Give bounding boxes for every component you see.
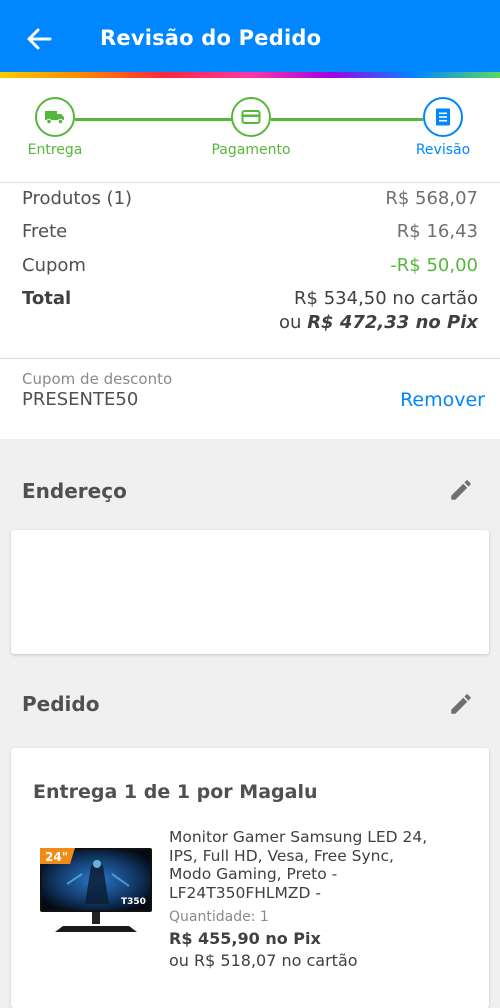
edit-order-button[interactable]: [446, 689, 476, 719]
step-revisao[interactable]: [423, 97, 463, 137]
shipping-label: Frete: [22, 221, 68, 242]
checkout-stepper: Entrega Pagamento Revisão: [0, 78, 500, 183]
address-card[interactable]: [11, 530, 489, 654]
address-section-title: Endereço: [22, 479, 127, 503]
step-label-entrega: Entrega: [27, 142, 83, 158]
price-card: ou R$ 518,07 no cartão: [169, 951, 358, 970]
shipping-value: R$ 16,43: [396, 221, 478, 242]
total-pix: ou R$ 472,33 no Pix: [279, 312, 478, 333]
total-label: Total: [22, 288, 72, 309]
credit-card-icon: [241, 110, 261, 124]
order-summary: Produtos (1) R$ 568,07 Frete R$ 16,43 Cu…: [0, 183, 500, 359]
stepper-connector: [271, 118, 423, 121]
pencil-icon: [451, 694, 471, 714]
quantity-label: Quantidade:: [169, 909, 256, 925]
monitor-icon: 24" T350: [40, 848, 152, 932]
total-pix-value: R$ 472,33 no Pix: [307, 312, 478, 333]
coupon-summary-label: Cupom: [22, 255, 86, 276]
receipt-icon: [436, 108, 450, 126]
product-name[interactable]: Monitor Gamer Samsung LED 24, IPS, Full …: [169, 828, 439, 902]
quantity-value: 1: [259, 909, 269, 925]
step-entrega[interactable]: [35, 97, 75, 137]
remove-coupon-button[interactable]: Remover: [400, 389, 485, 411]
coupon-summary-value: -R$ 50,00: [390, 255, 478, 276]
product-image-size-badge: 24": [45, 850, 68, 864]
page-title: Revisão do Pedido: [100, 26, 322, 50]
total-card-value: R$ 534,50 no cartão: [294, 288, 478, 309]
back-button[interactable]: [22, 22, 56, 56]
discount-coupon: Cupom de desconto PRESENTE50 Remover: [0, 359, 500, 439]
price-pix: R$ 455,90 no Pix: [169, 929, 321, 948]
total-pix-prefix: ou: [279, 312, 302, 333]
step-label-pagamento: Pagamento: [211, 142, 291, 158]
coupon-field-label: Cupom de desconto: [22, 370, 173, 388]
arrow-left-icon: [27, 28, 52, 50]
delivery-title: Entrega 1 de 1 por Magalu: [33, 781, 318, 803]
coupon-code: PRESENTE50: [22, 389, 139, 410]
step-pagamento[interactable]: [231, 97, 271, 137]
summary-row-total: Total R$ 534,50 no cartão ou R$ 472,33 n…: [22, 288, 478, 348]
product-image-model: T350: [121, 897, 146, 907]
stepper-connector: [75, 118, 232, 121]
order-card: Entrega 1 de 1 por Magalu 24" T350 Monit…: [11, 748, 489, 1008]
edit-address-button[interactable]: [446, 475, 476, 505]
truck-icon: [45, 111, 64, 125]
quantity: Quantidade: 1: [169, 909, 269, 925]
app-bar: Revisão do Pedido: [0, 0, 500, 78]
products-value: R$ 568,07: [385, 188, 478, 209]
pencil-icon: [451, 480, 471, 500]
step-label-revisao: Revisão: [415, 142, 471, 158]
product-image[interactable]: 24" T350: [37, 844, 155, 940]
order-section-title: Pedido: [22, 692, 100, 716]
products-label: Produtos (1): [22, 188, 133, 209]
